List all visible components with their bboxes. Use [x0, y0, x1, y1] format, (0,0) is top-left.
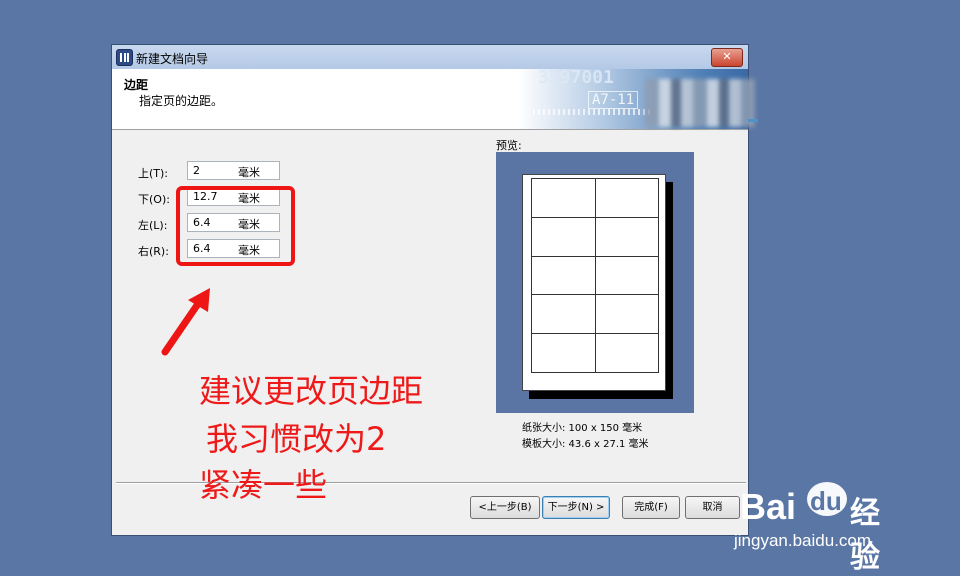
bottom-margin-label: 下(O):	[138, 193, 170, 206]
finish-button[interactable]: 完成(F)	[622, 496, 680, 519]
label-cell	[531, 255, 596, 296]
top-margin-unit: 毫米	[238, 166, 260, 179]
paper-preview	[522, 174, 666, 391]
app-barcode-icon	[116, 49, 133, 66]
annotation-line-1: 建议更改页边距	[199, 372, 424, 410]
label-cell	[594, 255, 659, 296]
step-title: 边距	[124, 78, 149, 92]
annotation-arrow-icon	[161, 288, 210, 356]
banner-barcode-decoration	[533, 109, 653, 115]
watermark-brand-a: Bai	[740, 486, 797, 527]
label-cell	[531, 178, 596, 218]
annotation-highlight-box	[176, 186, 295, 266]
window-title: 新建文档向导	[136, 52, 209, 66]
banner-code: A7-11	[588, 91, 639, 109]
annotation-line-2: 我习惯改为2	[206, 420, 387, 458]
cancel-button[interactable]: 取消	[685, 496, 740, 519]
top-margin-value[interactable]: 2	[193, 164, 200, 177]
template-size-info: 模板大小: 43.6 x 27.1 毫米	[522, 439, 649, 450]
next-button[interactable]: 下一步(N) >	[542, 496, 610, 519]
label-cell	[594, 216, 659, 257]
label-cell	[594, 333, 659, 373]
title-bar[interactable]: 新建文档向导 ✕	[112, 45, 748, 70]
top-margin-field[interactable]: 2 毫米	[187, 161, 280, 180]
window-edge-accent	[748, 119, 758, 122]
label-grid	[531, 178, 659, 373]
banner-number: 3597001	[538, 69, 614, 88]
watermark-brand-b: du	[810, 486, 842, 516]
left-margin-label: 左(L):	[138, 219, 168, 232]
label-cell	[531, 216, 596, 257]
paper-size-info: 纸张大小: 100 x 150 毫米	[522, 423, 643, 434]
right-margin-label: 右(R):	[138, 245, 169, 258]
close-button[interactable]: ✕	[711, 48, 743, 67]
label-cell	[594, 178, 659, 218]
label-cell	[531, 294, 596, 335]
label-cell	[594, 294, 659, 335]
pixelated-redaction	[645, 79, 755, 127]
preview-label: 预览:	[496, 139, 522, 152]
label-cell	[531, 333, 596, 373]
preview-panel	[496, 152, 694, 413]
annotation-line-3: 紧凑一些	[199, 466, 328, 504]
top-margin-label: 上(T):	[138, 167, 169, 180]
step-subtitle: 指定页的边距。	[139, 94, 224, 108]
watermark-url: jingyan.baidu.com	[734, 531, 872, 550]
back-button[interactable]: <上一步(B)	[470, 496, 540, 519]
